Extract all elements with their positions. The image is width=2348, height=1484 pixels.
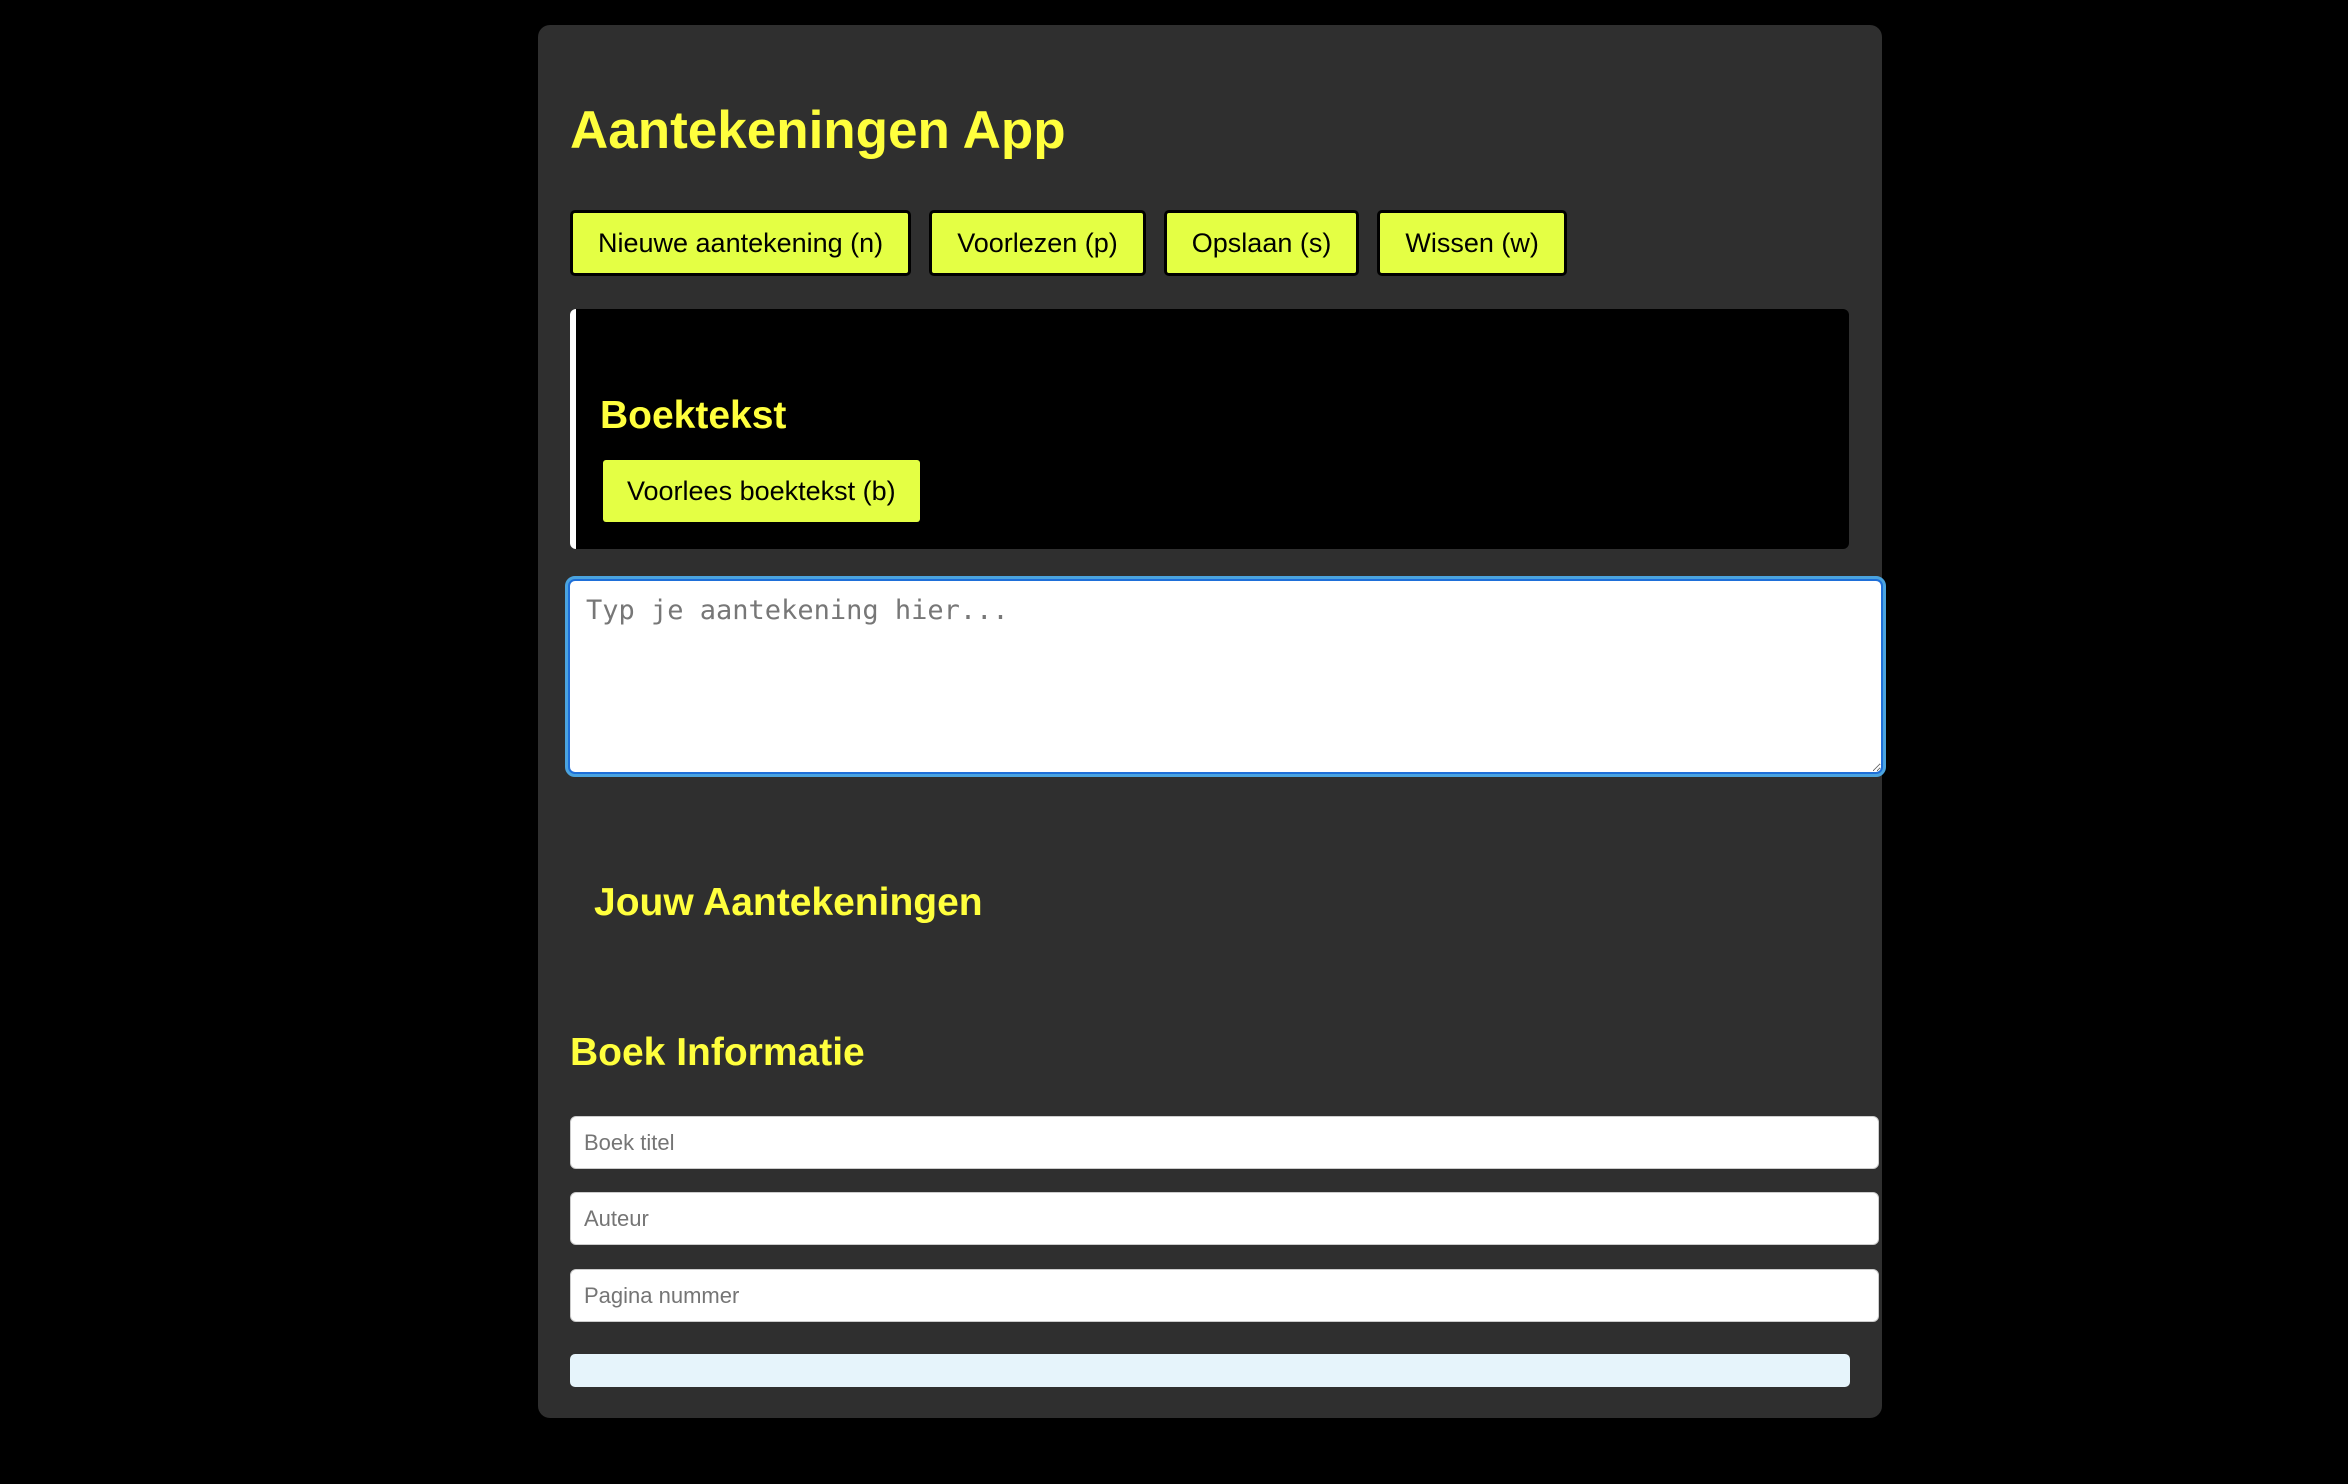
author-input[interactable] [570,1192,1879,1245]
app-container: Aantekeningen App Nieuwe aantekening (n)… [538,25,1886,1418]
book-title-input[interactable] [570,1116,1879,1169]
new-note-button[interactable]: Nieuwe aantekening (n) [570,210,912,276]
note-textarea[interactable] [565,576,1886,777]
booktext-title: Boektekst [600,394,787,437]
save-button[interactable]: Opslaan (s) [1163,210,1360,276]
clear-button[interactable]: Wissen (w) [1377,210,1567,276]
status-bar [570,1354,1850,1387]
page-number-input[interactable] [570,1269,1879,1322]
book-info-title: Boek Informatie [570,1031,865,1074]
notes-section-title: Jouw Aantekeningen [594,881,983,924]
read-aloud-button[interactable]: Voorlezen (p) [929,210,1146,276]
page-title: Aantekeningen App [570,101,1066,160]
read-booktext-button[interactable]: Voorlees boektekst (b) [603,460,920,522]
booktext-panel: Boektekst Voorlees boektekst (b) [570,309,1849,549]
toolbar: Nieuwe aantekening (n) Voorlezen (p) Ops… [570,210,1567,276]
